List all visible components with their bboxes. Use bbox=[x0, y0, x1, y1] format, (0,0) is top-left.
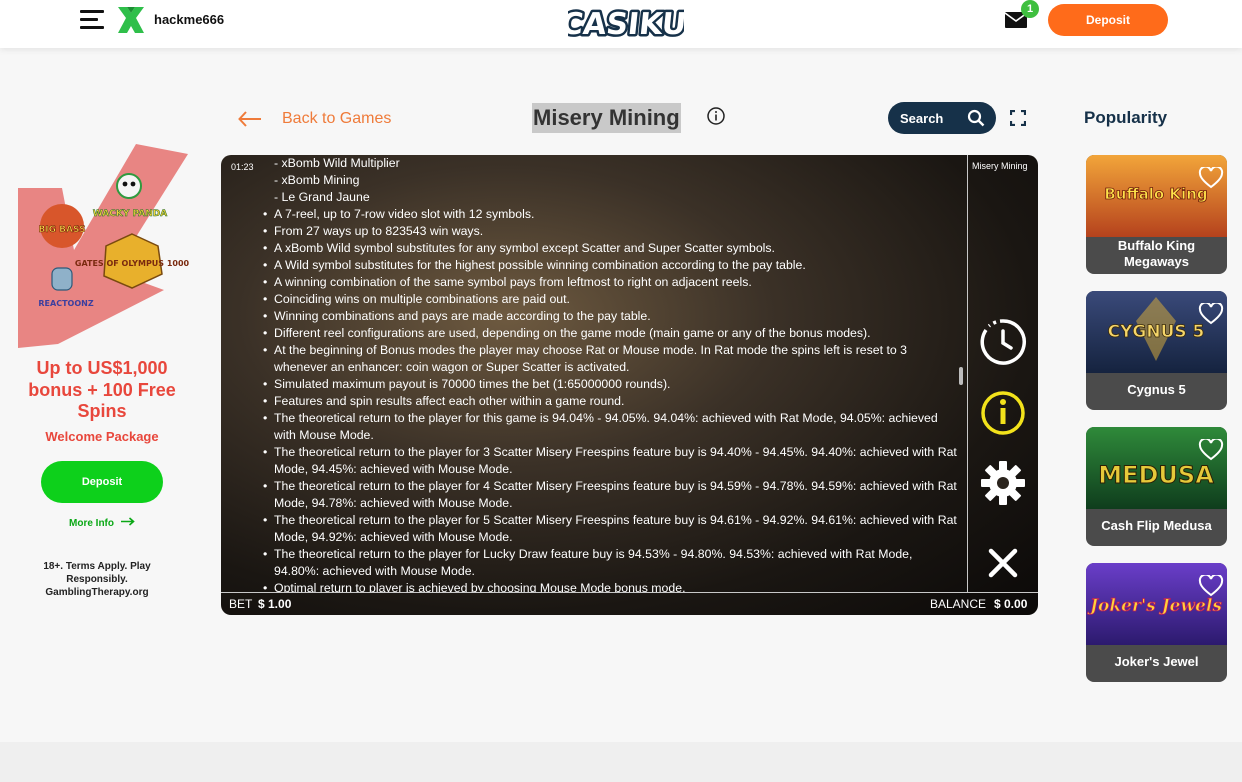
bet-label: BET bbox=[229, 597, 253, 611]
promo-title: Up to US$1,000 bonus + 100 Free Spins bbox=[28, 358, 176, 421]
balance-label: BALANCE bbox=[930, 597, 987, 611]
rules-item: The theoretical return to the player for… bbox=[257, 546, 957, 580]
svg-text:Joker's Jewels: Joker's Jewels bbox=[1087, 596, 1222, 616]
arrow-right-icon bbox=[120, 517, 135, 526]
rules-item: Winning combinations and pays are made a… bbox=[257, 308, 957, 325]
rules-item: At the beginning of Bonus modes the play… bbox=[257, 342, 957, 376]
game-rules-text[interactable]: - xBomb Wild Multiplier - xBomb Mining -… bbox=[257, 155, 957, 592]
fullscreen-icon[interactable] bbox=[1010, 110, 1026, 126]
rules-scrollbar[interactable] bbox=[959, 367, 963, 385]
game-frame[interactable]: 01:23 - xBomb Wild Multiplier - xBomb Mi… bbox=[221, 155, 1038, 615]
bet-value: $ 1.00 bbox=[258, 597, 292, 611]
rules-item: The theoretical return to the player for… bbox=[257, 444, 957, 478]
game-card[interactable]: Joker's Jewels Joker's Jewel bbox=[1086, 563, 1227, 682]
game-card-name: Cygnus 5 bbox=[1127, 382, 1186, 397]
promo-banner-art: BIG BASS WACKY PANDA GATES OF OLYMPUS 10… bbox=[18, 144, 190, 348]
svg-text:GATES OF OLYMPUS 1000: GATES OF OLYMPUS 1000 bbox=[75, 259, 190, 268]
balance-value: $ 0.00 bbox=[994, 597, 1028, 611]
info-icon[interactable] bbox=[707, 107, 725, 125]
game-card-name: Cash Flip Medusa bbox=[1101, 518, 1212, 533]
rules-item: Different reel configurations are used, … bbox=[257, 325, 957, 342]
side-divider bbox=[967, 155, 968, 592]
game-card[interactable]: CYGNUS 5 Cygnus 5 bbox=[1086, 291, 1227, 410]
game-info-icon[interactable] bbox=[979, 389, 1027, 437]
svg-text:WACKY PANDA: WACKY PANDA bbox=[93, 209, 167, 219]
rules-sub-item: - xBomb Mining bbox=[274, 173, 360, 187]
more-info-link[interactable]: More Info bbox=[69, 517, 135, 529]
game-card[interactable]: Buffalo King Buffalo King Megaways bbox=[1086, 155, 1227, 274]
rules-item: The theoretical return to the player for… bbox=[257, 478, 957, 512]
more-info-label: More Info bbox=[69, 518, 114, 529]
rules-item: Coinciding wins on multiple combinations… bbox=[257, 291, 957, 308]
game-card[interactable]: MEDUSA Cash Flip Medusa bbox=[1086, 427, 1227, 546]
rules-item: Simulated maximum payout is 70000 times … bbox=[257, 376, 957, 393]
svg-text:REACTOONZ: REACTOONZ bbox=[38, 299, 93, 308]
rules-item: The theoretical return to the player for… bbox=[257, 512, 957, 546]
rules-item: The theoretical return to the player for… bbox=[257, 410, 957, 444]
game-card-name: Buffalo King Megaways bbox=[1117, 238, 1196, 269]
svg-text:MEDUSA: MEDUSA bbox=[1098, 461, 1214, 489]
game-clock: 01:23 bbox=[231, 162, 254, 172]
favorite-heart-icon[interactable] bbox=[1198, 439, 1224, 461]
rules-item: A xBomb Wild symbol substitutes for any … bbox=[257, 240, 957, 257]
top-header: hackme666 CASIKU CASIKU 1 Deposit bbox=[0, 0, 1242, 48]
casiku-logo[interactable]: CASIKU CASIKU bbox=[568, 2, 684, 44]
close-icon[interactable] bbox=[979, 539, 1027, 587]
user-avatar-icon[interactable] bbox=[118, 7, 144, 33]
promo-subtitle: Welcome Package bbox=[45, 429, 159, 444]
popularity-title: Popularity bbox=[1084, 108, 1168, 127]
history-icon[interactable] bbox=[979, 318, 1027, 366]
responsible-gambling-disclaimer: 18+. Terms Apply. Play Responsibly. Gamb… bbox=[43, 561, 151, 598]
notification-badge: 1 bbox=[1021, 0, 1039, 18]
arrow-left-icon bbox=[238, 111, 261, 127]
svg-text:BIG BASS: BIG BASS bbox=[38, 225, 85, 235]
search-button[interactable]: Search bbox=[888, 102, 996, 134]
favorite-heart-icon[interactable] bbox=[1198, 303, 1224, 325]
rules-item: Features and spin results affect each ot… bbox=[257, 393, 957, 410]
favorite-heart-icon[interactable] bbox=[1198, 167, 1224, 189]
menu-icon[interactable] bbox=[80, 10, 104, 32]
footer-band bbox=[0, 742, 1242, 782]
promo-deposit-button[interactable]: Deposit bbox=[41, 461, 163, 503]
bottom-divider bbox=[221, 592, 1038, 593]
favorite-heart-icon[interactable] bbox=[1198, 575, 1224, 597]
rules-sub-item: - Le Grand Jaune bbox=[274, 190, 370, 204]
username[interactable]: hackme666 bbox=[154, 12, 224, 27]
rules-item: From 27 ways up to 823543 win ways. bbox=[257, 223, 957, 240]
deposit-button[interactable]: Deposit bbox=[1048, 4, 1168, 36]
game-title: Misery Mining bbox=[532, 103, 681, 133]
rules-item: A winning combination of the same symbol… bbox=[257, 274, 957, 291]
logo-text-fill: CASIKU bbox=[568, 7, 684, 42]
back-label: Back to Games bbox=[282, 110, 392, 127]
rules-item: A Wild symbol substitutes for the highes… bbox=[257, 257, 957, 274]
game-card-name: Joker's Jewel bbox=[1114, 654, 1199, 669]
svg-text:Buffalo King: Buffalo King bbox=[1104, 185, 1207, 203]
rules-sub-item: - xBomb Wild Multiplier bbox=[274, 156, 400, 170]
rules-item: A 7-reel, up to 7-row video slot with 12… bbox=[257, 206, 957, 223]
search-label: Search bbox=[900, 110, 944, 126]
game-side-title: Misery Mining bbox=[972, 161, 1028, 171]
settings-gear-icon[interactable] bbox=[979, 459, 1027, 507]
svg-text:CYGNUS 5: CYGNUS 5 bbox=[1108, 322, 1205, 342]
search-icon bbox=[967, 109, 985, 127]
rules-item: Optimal return to player is achieved by … bbox=[257, 580, 957, 592]
back-to-games-link[interactable]: Back to Games bbox=[238, 106, 391, 132]
